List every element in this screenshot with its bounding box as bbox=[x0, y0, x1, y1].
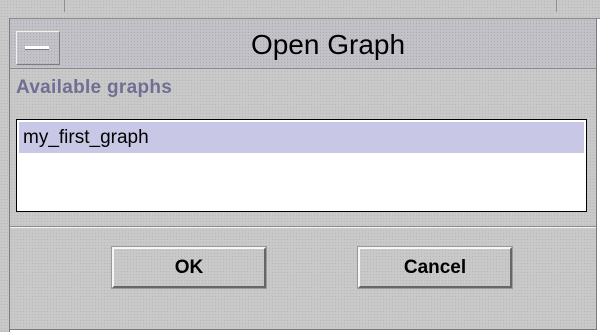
ok-button[interactable]: OK bbox=[111, 246, 267, 289]
background-window-left-edge bbox=[0, 18, 10, 332]
background-divider bbox=[64, 0, 65, 12]
dialog-title-bar[interactable]: Open Graph bbox=[10, 19, 596, 69]
window-menu-button[interactable] bbox=[16, 31, 60, 65]
dialog-title: Open Graph bbox=[250, 29, 406, 60]
background-window-top-edge bbox=[0, 0, 600, 19]
window-menu-dash-icon bbox=[25, 46, 49, 50]
graphs-list[interactable]: my_first_graph bbox=[16, 119, 587, 212]
cancel-button[interactable]: Cancel bbox=[357, 246, 513, 289]
background-divider bbox=[556, 0, 557, 12]
list-item-label: my_first_graph bbox=[23, 127, 149, 148]
list-item-my-first-graph[interactable]: my_first_graph bbox=[19, 122, 584, 153]
available-graphs-label: Available graphs bbox=[16, 77, 173, 98]
dialog-content: Available graphs my_first_graph OK Cance… bbox=[10, 69, 596, 330]
button-area-divider bbox=[10, 226, 596, 228]
open-graph-dialog: Open Graph Available graphs my_first_gra… bbox=[10, 19, 597, 330]
